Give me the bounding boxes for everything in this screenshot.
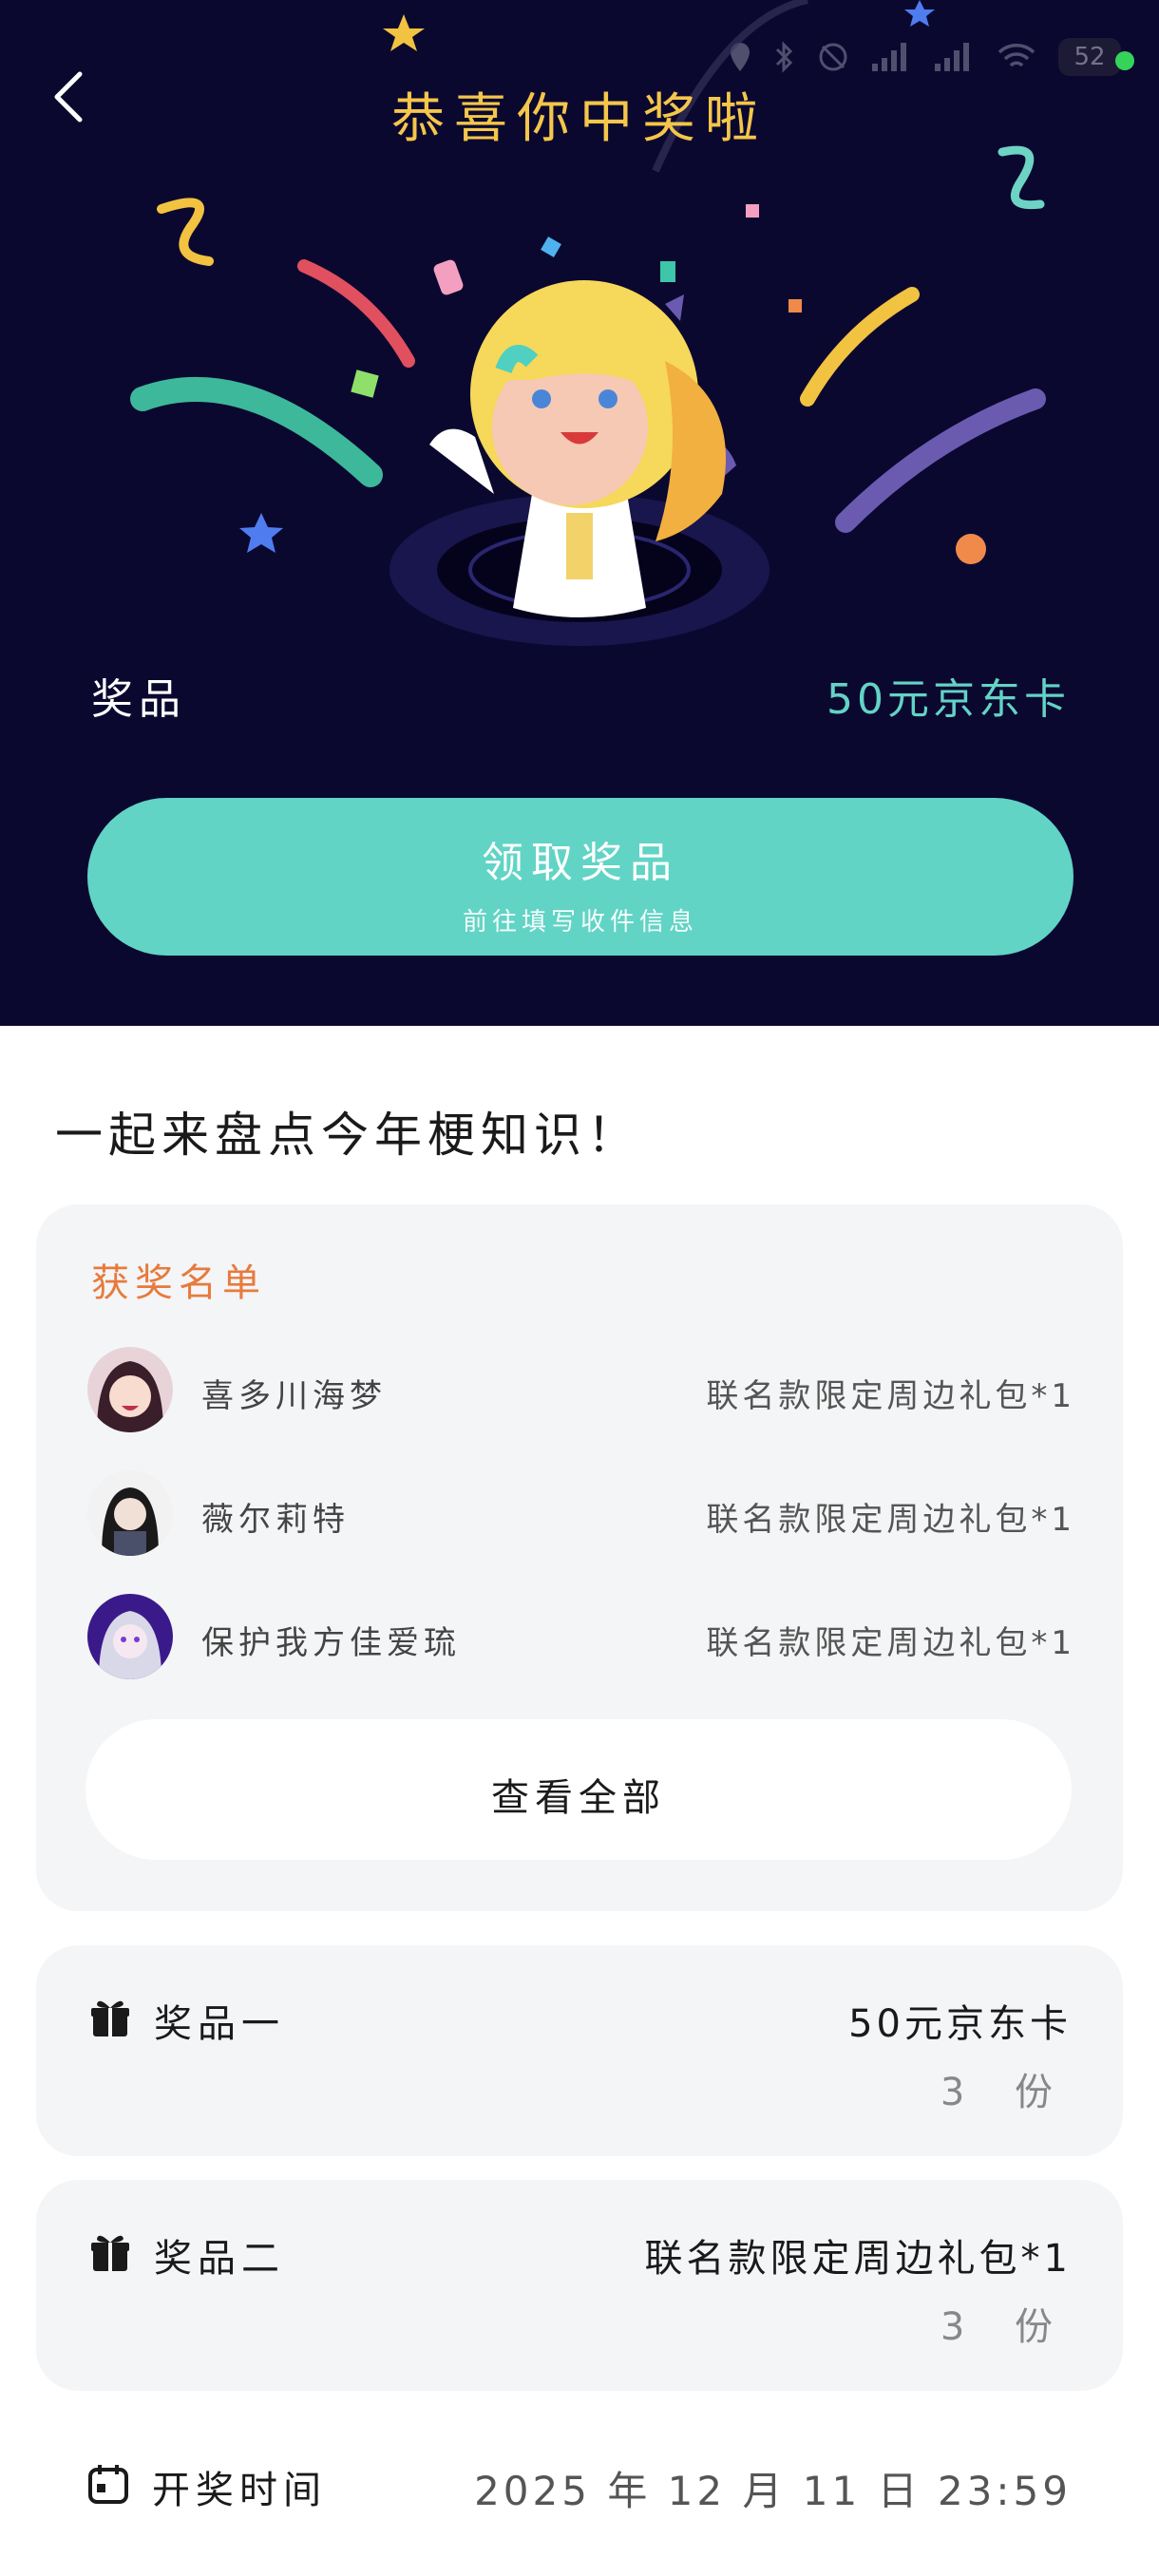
calendar-icon [88,2465,128,2504]
draw-time-row: 开奖时间 2025 年 12 月 11 日 23:59 [87,2455,1072,2514]
page-title: 恭喜你中奖啦 [391,88,768,150]
claim-button-sublabel: 前往填写收件信息 [462,908,698,937]
claim-button-label: 领取奖品 [482,839,679,887]
star-blue-top [904,0,935,27]
dot-orange [956,534,986,564]
confetti-orange [788,299,802,313]
prize-card-count: 3 份 [940,2071,1072,2114]
winner-row: 保护我方佳爱琉 联名款限定周边礼包*1 [87,1594,1075,1681]
prize-card: 奖品一 50元京东卡 3 份 [36,1945,1123,2156]
streamer-teal [130,377,383,487]
prize-card-count: 3 份 [940,2305,1072,2349]
prize-card: 奖品二 联名款限定周边礼包*1 3 份 [36,2180,1123,2391]
winner-row: 薇尔莉特 联名款限定周边礼包*1 [87,1470,1075,1558]
streamer-purple [835,388,1046,533]
hero-banner: 52 恭喜你中奖啦 奖品 50元京东卡 领取奖品 前往填写收件信息 [0,0,1159,1026]
gift-icon [91,2000,129,2036]
confetti-green [351,369,379,398]
view-all-label: 查看全部 [491,1776,666,1820]
prize-card-value: 50元京东卡 [848,2002,1072,2046]
winner-name: 保护我方佳爱琉 [201,1624,461,1662]
avatar [87,1347,173,1432]
confetti-pink [433,259,464,295]
draw-time-label: 开奖时间 [152,2469,327,2512]
winner-name: 薇尔莉特 [201,1501,350,1539]
claim-prize-button[interactable]: 领取奖品 前往填写收件信息 [87,798,1074,956]
confetti-teal [660,261,675,282]
confetti-blue [541,237,561,257]
streamer-red [297,259,415,368]
prize-card-value: 联名款限定周边礼包*1 [644,2237,1072,2281]
draw-time-value: 2025 年 12 月 11 日 23:59 [474,2468,1072,2514]
winner-row: 喜多川海梦 联名款限定周边礼包*1 [87,1347,1075,1434]
view-all-button[interactable]: 查看全部 [86,1719,1072,1860]
squiggle-teal [998,145,1045,210]
winners-card: 获奖名单 喜多川海梦 联名款限定周边礼包*1 薇尔莉特 联名款限定周边礼包*1 … [36,1204,1123,1911]
winner-name: 喜多川海梦 [201,1377,387,1415]
star-yellow [383,14,425,51]
prize-row: 奖品 50元京东卡 [91,665,1070,724]
winner-prize: 联名款限定周边礼包*1 [706,1377,1075,1415]
confetti-lightpink [746,204,759,218]
streamer-yellow [800,287,920,407]
squiggle-yellow [157,198,214,266]
prize-label: 奖品 [91,675,186,724]
gift-icon [91,2235,129,2271]
avatar [87,1470,173,1556]
winner-prize: 联名款限定周边礼包*1 [706,1501,1075,1539]
section-title: 一起来盘点今年梗知识！ [55,1108,640,1163]
winners-title: 获奖名单 [91,1261,266,1305]
prize-card-label: 奖品一 [154,2002,285,2046]
star-blue [239,513,283,553]
prize-value: 50元京东卡 [826,675,1070,724]
prize-card-label: 奖品二 [154,2237,285,2281]
avatar [87,1594,173,1679]
winner-prize: 联名款限定周边礼包*1 [706,1624,1075,1662]
